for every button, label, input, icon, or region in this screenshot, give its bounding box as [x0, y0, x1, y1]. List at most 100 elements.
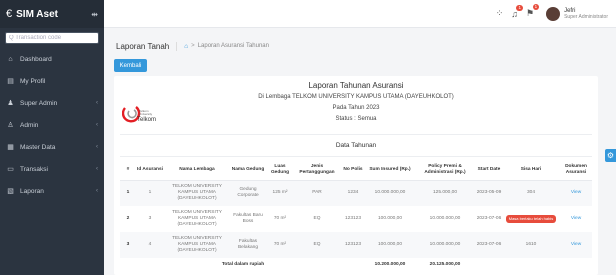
total-premi: 20.125.000,00: [429, 261, 461, 267]
sidebar-item-label: Admin: [20, 121, 39, 129]
chevron-left-icon: ‹: [96, 188, 98, 194]
table-row: 1 1 TELKOM UNIVERSITY KAMPUS UTAMA (DAYEUH…: [120, 180, 592, 206]
cell-start: 2023-07-06: [476, 232, 502, 258]
sidebar-item-super-admin[interactable]: ♟ Super Admin ‹: [0, 94, 104, 112]
back-button[interactable]: Kembali: [114, 59, 147, 72]
sidebar-item-icon: ▤: [7, 78, 14, 85]
cell-no: 3: [120, 232, 136, 258]
column-header: Sum Insured (Rp.): [366, 160, 414, 181]
sidebar-item-dashboard[interactable]: ⌂ Dashboard: [0, 50, 104, 68]
flag-badge: 1: [532, 4, 540, 10]
cell-start: 2023-07-06: [476, 216, 502, 221]
total-sum: 10.200.000,00: [374, 261, 406, 267]
column-header: Nama Gedung: [230, 160, 266, 181]
sidebar-item-label: Master Data: [20, 143, 56, 151]
report-card: Telkom University Telkom Laporan Tahunan…: [114, 76, 598, 275]
brand: € SIM Aset ⇹: [0, 0, 104, 28]
cell-no: 2: [126, 216, 130, 221]
sidebar-item-my-profil[interactable]: ▤ My Profil: [0, 72, 104, 90]
sidebar-item-laporan[interactable]: ▧ Laporan ‹: [0, 182, 104, 200]
breadcrumb-separator: >: [191, 43, 195, 49]
cell-sisa: Masa berlaku telah habis: [502, 206, 560, 232]
sidebar-item-icon: ♟: [7, 100, 14, 107]
cell-gedung: Fakultas Baru Boss: [233, 213, 263, 224]
sidebar-item-icon: ▭: [7, 166, 14, 173]
chevron-left-icon: ‹: [96, 100, 98, 106]
settings-button[interactable]: ⚙: [605, 149, 616, 162]
breadcrumb: Laporan Tanah ⌂ > Laporan Asuransi Tahun…: [108, 36, 610, 56]
cell-id: 4: [136, 232, 164, 258]
sidebar-item-label: Super Admin: [20, 99, 58, 107]
cell-lembaga: TELKOM UNIVERSITY KAMPUS UTAMA (DAYEUHKO…: [172, 210, 222, 227]
column-header: Sisa Hari: [502, 160, 560, 181]
column-header: Id Asuransi: [136, 160, 164, 181]
sidebar-item-label: Dashboard: [20, 55, 52, 63]
cell-id: 1: [136, 180, 164, 206]
cell-sum: 100.000,00: [366, 232, 414, 258]
cell-sum: 10.000.000,00: [366, 180, 414, 206]
cell-premi: 125.000,00: [414, 180, 476, 206]
report-year: Pada Tahun 2023: [332, 105, 380, 111]
user-info[interactable]: Jefri Super Administrator: [564, 8, 608, 20]
sidebar: € SIM Aset ⇹ ⌂ Dashboard ▤ My Profil ♟ Super …: [0, 0, 104, 275]
cell-sisa: 1610: [502, 232, 560, 258]
cell-id: 3: [148, 216, 152, 221]
notification-badge: 1: [516, 4, 523, 11]
divider: [120, 134, 592, 135]
column-header: #: [120, 160, 136, 181]
flag-icon: ⚑: [526, 8, 535, 18]
report-title: Laporan Tahunan Asuransi: [308, 81, 404, 90]
flag-button[interactable]: ⚑ 1: [526, 4, 540, 19]
cell-luas: 70 m²: [266, 232, 294, 258]
avatar[interactable]: [546, 6, 561, 21]
cell-jenis: EQ: [313, 216, 321, 221]
cell-start: 2023-05-09: [476, 180, 502, 206]
app-name: SIM Aset: [16, 8, 58, 20]
sidebar-item-icon: ⌂: [8, 55, 13, 63]
cell-sisa: 304: [502, 180, 560, 206]
search-input[interactable]: [9, 35, 89, 41]
divider: [120, 156, 592, 157]
sidebar-toggle-icon[interactable]: ⇹: [91, 10, 98, 19]
cell-luas: 70 m²: [273, 216, 287, 221]
view-document-link[interactable]: View: [571, 190, 581, 195]
cell-premi: 10.000.000,00: [429, 216, 461, 221]
sidebar-item-admin[interactable]: ♙ Admin ‹: [0, 116, 104, 134]
column-header: Policy Premi & Administrasi (Rp.): [414, 160, 476, 181]
view-document-link[interactable]: View: [571, 216, 581, 221]
grid-icon[interactable]: ⁘: [496, 8, 504, 19]
chevron-left-icon: ‹: [96, 166, 98, 172]
cell-gedung: Fakultas Belakang: [230, 232, 266, 258]
sidebar-item-icon: ♙: [7, 122, 14, 129]
app-logo-icon: €: [6, 8, 13, 20]
cell-no: 1: [120, 180, 136, 206]
chevron-left-icon: ‹: [96, 122, 98, 128]
cell-premi: 10.000.000,00: [414, 232, 476, 258]
column-header: Start Date: [476, 160, 502, 181]
gear-icon: ⚙: [606, 151, 615, 160]
cell-lembaga: TELKOM UNIVERSITY KAMPUS UTAMA (DAYEUHKO…: [164, 232, 230, 258]
search-box: [5, 32, 99, 44]
chevron-left-icon: ‹: [96, 144, 98, 150]
view-document-link[interactable]: View: [571, 242, 581, 247]
table-row: 3 4 TELKOM UNIVERSITY KAMPUS UTAMA (DAYEUH…: [120, 232, 592, 258]
total-empty: [476, 258, 592, 271]
home-icon[interactable]: ⌂: [184, 43, 188, 50]
notification-button[interactable]: ♫ 1: [511, 4, 523, 19]
insurance-table: # Id Asuransi Nama Lembaga Nama Gedung Luas …: [120, 160, 592, 271]
expired-badge: Masa berlaku telah habis: [505, 215, 557, 223]
total-row: Total dalam rupiah 10.200.000,00 20.125.00…: [120, 258, 592, 271]
column-header: Luas Gedung: [266, 160, 294, 181]
cell-gedung: Gedung Corporate: [230, 180, 266, 206]
cell-jenis: PAR: [294, 180, 340, 206]
table-row: 2 3 TELKOM UNIVERSITY KAMPUS UTAMA (DAYEUH…: [120, 206, 592, 232]
sidebar-item-label: My Profil: [20, 77, 46, 85]
sidebar-item-transaksi[interactable]: ▭ Transaksi ‹: [0, 160, 104, 178]
cell-polis: 123123: [344, 216, 361, 221]
sidebar-item-icon: ▦: [7, 144, 14, 151]
column-header: No Polis: [340, 160, 366, 181]
sidebar-item-master-data[interactable]: ▦ Master Data ‹: [0, 138, 104, 156]
report-status: Status : Semua: [335, 116, 377, 122]
cell-luas: 125 m²: [266, 180, 294, 206]
main-content: Laporan Tanah ⌂ > Laporan Asuransi Tahun…: [104, 28, 616, 275]
